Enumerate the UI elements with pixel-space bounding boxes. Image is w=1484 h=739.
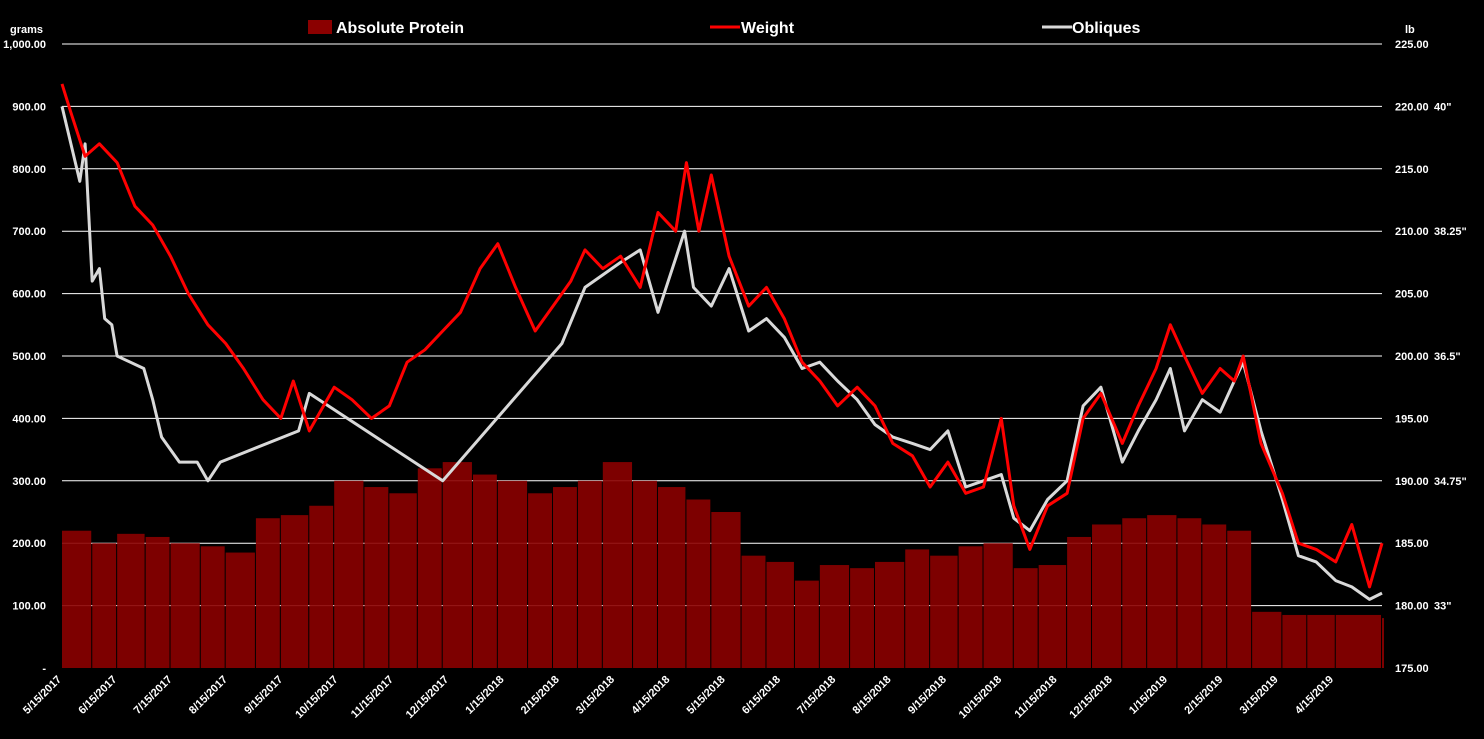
- legend-label-absolute-protein: Absolute Protein: [336, 20, 464, 37]
- inch-tick-label: 36.5": [1434, 351, 1461, 363]
- inch-tick-label: 40": [1434, 101, 1451, 113]
- protein-bar: [850, 568, 874, 668]
- protein-bar: [1147, 515, 1177, 668]
- protein-bar: [117, 533, 145, 668]
- protein-bar: [1307, 614, 1335, 668]
- right-axis-unit: lb: [1405, 24, 1415, 36]
- protein-bar: [170, 543, 200, 668]
- protein-bar: [958, 546, 983, 668]
- protein-bar: [442, 462, 472, 668]
- protein-bar: [711, 512, 741, 668]
- protein-bar: [1122, 518, 1147, 668]
- protein-bar: [552, 487, 577, 668]
- legend-label-weight: Weight: [741, 20, 795, 37]
- protein-bar: [472, 474, 497, 668]
- left-tick-label: 300.00: [12, 476, 46, 488]
- protein-bar: [874, 561, 905, 668]
- protein-bar: [657, 487, 686, 668]
- protein-bar: [1038, 565, 1067, 668]
- left-tick-label: 100.00: [12, 601, 46, 613]
- left-tick-label: 400.00: [12, 413, 46, 425]
- protein-bar: [686, 499, 711, 668]
- protein-bar: [334, 480, 364, 668]
- protein-bar: [1013, 568, 1038, 668]
- left-tick-label: 500.00: [12, 351, 46, 363]
- right-tick-label: 205.00: [1395, 289, 1429, 301]
- protein-bar: [1092, 524, 1122, 668]
- right-tick-label: 210.00: [1395, 226, 1429, 238]
- protein-bar: [200, 546, 225, 668]
- protein-bar: [497, 480, 528, 668]
- protein-bar: [225, 552, 255, 668]
- combo-chart: - 100.00 200.00 300.00 400.00 500.00 600.00 700…: [0, 0, 1484, 739]
- right-tick-label: 200.00: [1395, 351, 1429, 363]
- protein-bar: [1202, 524, 1227, 668]
- protein-bar: [905, 549, 930, 668]
- protein-bar: [389, 493, 417, 668]
- protein-bar: [145, 536, 170, 668]
- right-tick-label: 195.00: [1395, 413, 1429, 425]
- inch-tick-label: 34.75": [1434, 476, 1467, 488]
- right-tick-label: 215.00: [1395, 164, 1429, 176]
- protein-bar: [983, 543, 1013, 668]
- inch-tick-label: 33": [1434, 601, 1451, 613]
- protein-bar: [794, 580, 819, 668]
- right-tick-label: 175.00: [1395, 663, 1429, 675]
- protein-bar: [1252, 611, 1282, 668]
- left-axis-unit: grams: [10, 24, 43, 36]
- right-tick-label: 180.00: [1395, 601, 1429, 613]
- protein-bar: [255, 518, 280, 668]
- left-tick-label: 200.00: [12, 538, 46, 550]
- protein-bar: [1382, 618, 1384, 668]
- protein-bar: [577, 480, 602, 668]
- protein-bar: [1282, 614, 1307, 668]
- protein-bar: [602, 462, 633, 668]
- protein-bar: [930, 555, 958, 668]
- protein-bar: [364, 487, 389, 668]
- right-tick-label: 220.00: [1395, 101, 1429, 113]
- protein-bar: [766, 561, 794, 668]
- legend-swatch-absolute-protein: [308, 20, 332, 34]
- protein-bar: [1227, 530, 1252, 668]
- left-tick-label: 1,000.00: [3, 39, 46, 51]
- left-tick-label: 900.00: [12, 101, 46, 113]
- right-tick-label: 190.00: [1395, 476, 1429, 488]
- protein-bar: [819, 565, 850, 668]
- left-tick-label: 700.00: [12, 226, 46, 238]
- protein-bar: [528, 493, 552, 668]
- left-tick-label: 600.00: [12, 289, 46, 301]
- left-tick-label: 800.00: [12, 164, 46, 176]
- protein-bar: [1335, 614, 1381, 668]
- protein-bar: [280, 515, 309, 668]
- legend-label-obliques: Obliques: [1072, 20, 1141, 37]
- right-tick-label: 185.00: [1395, 538, 1429, 550]
- protein-bar: [741, 555, 766, 668]
- inch-tick-label: 38.25": [1434, 226, 1467, 238]
- protein-bar: [633, 480, 657, 668]
- protein-bar: [62, 530, 92, 668]
- protein-bar: [417, 468, 442, 668]
- left-tick-label: -: [42, 663, 46, 675]
- right-tick-label: 225.00: [1395, 39, 1429, 51]
- protein-bar: [309, 505, 334, 668]
- protein-bar: [1177, 518, 1202, 668]
- protein-bar: [92, 543, 117, 668]
- protein-bar: [1067, 536, 1092, 668]
